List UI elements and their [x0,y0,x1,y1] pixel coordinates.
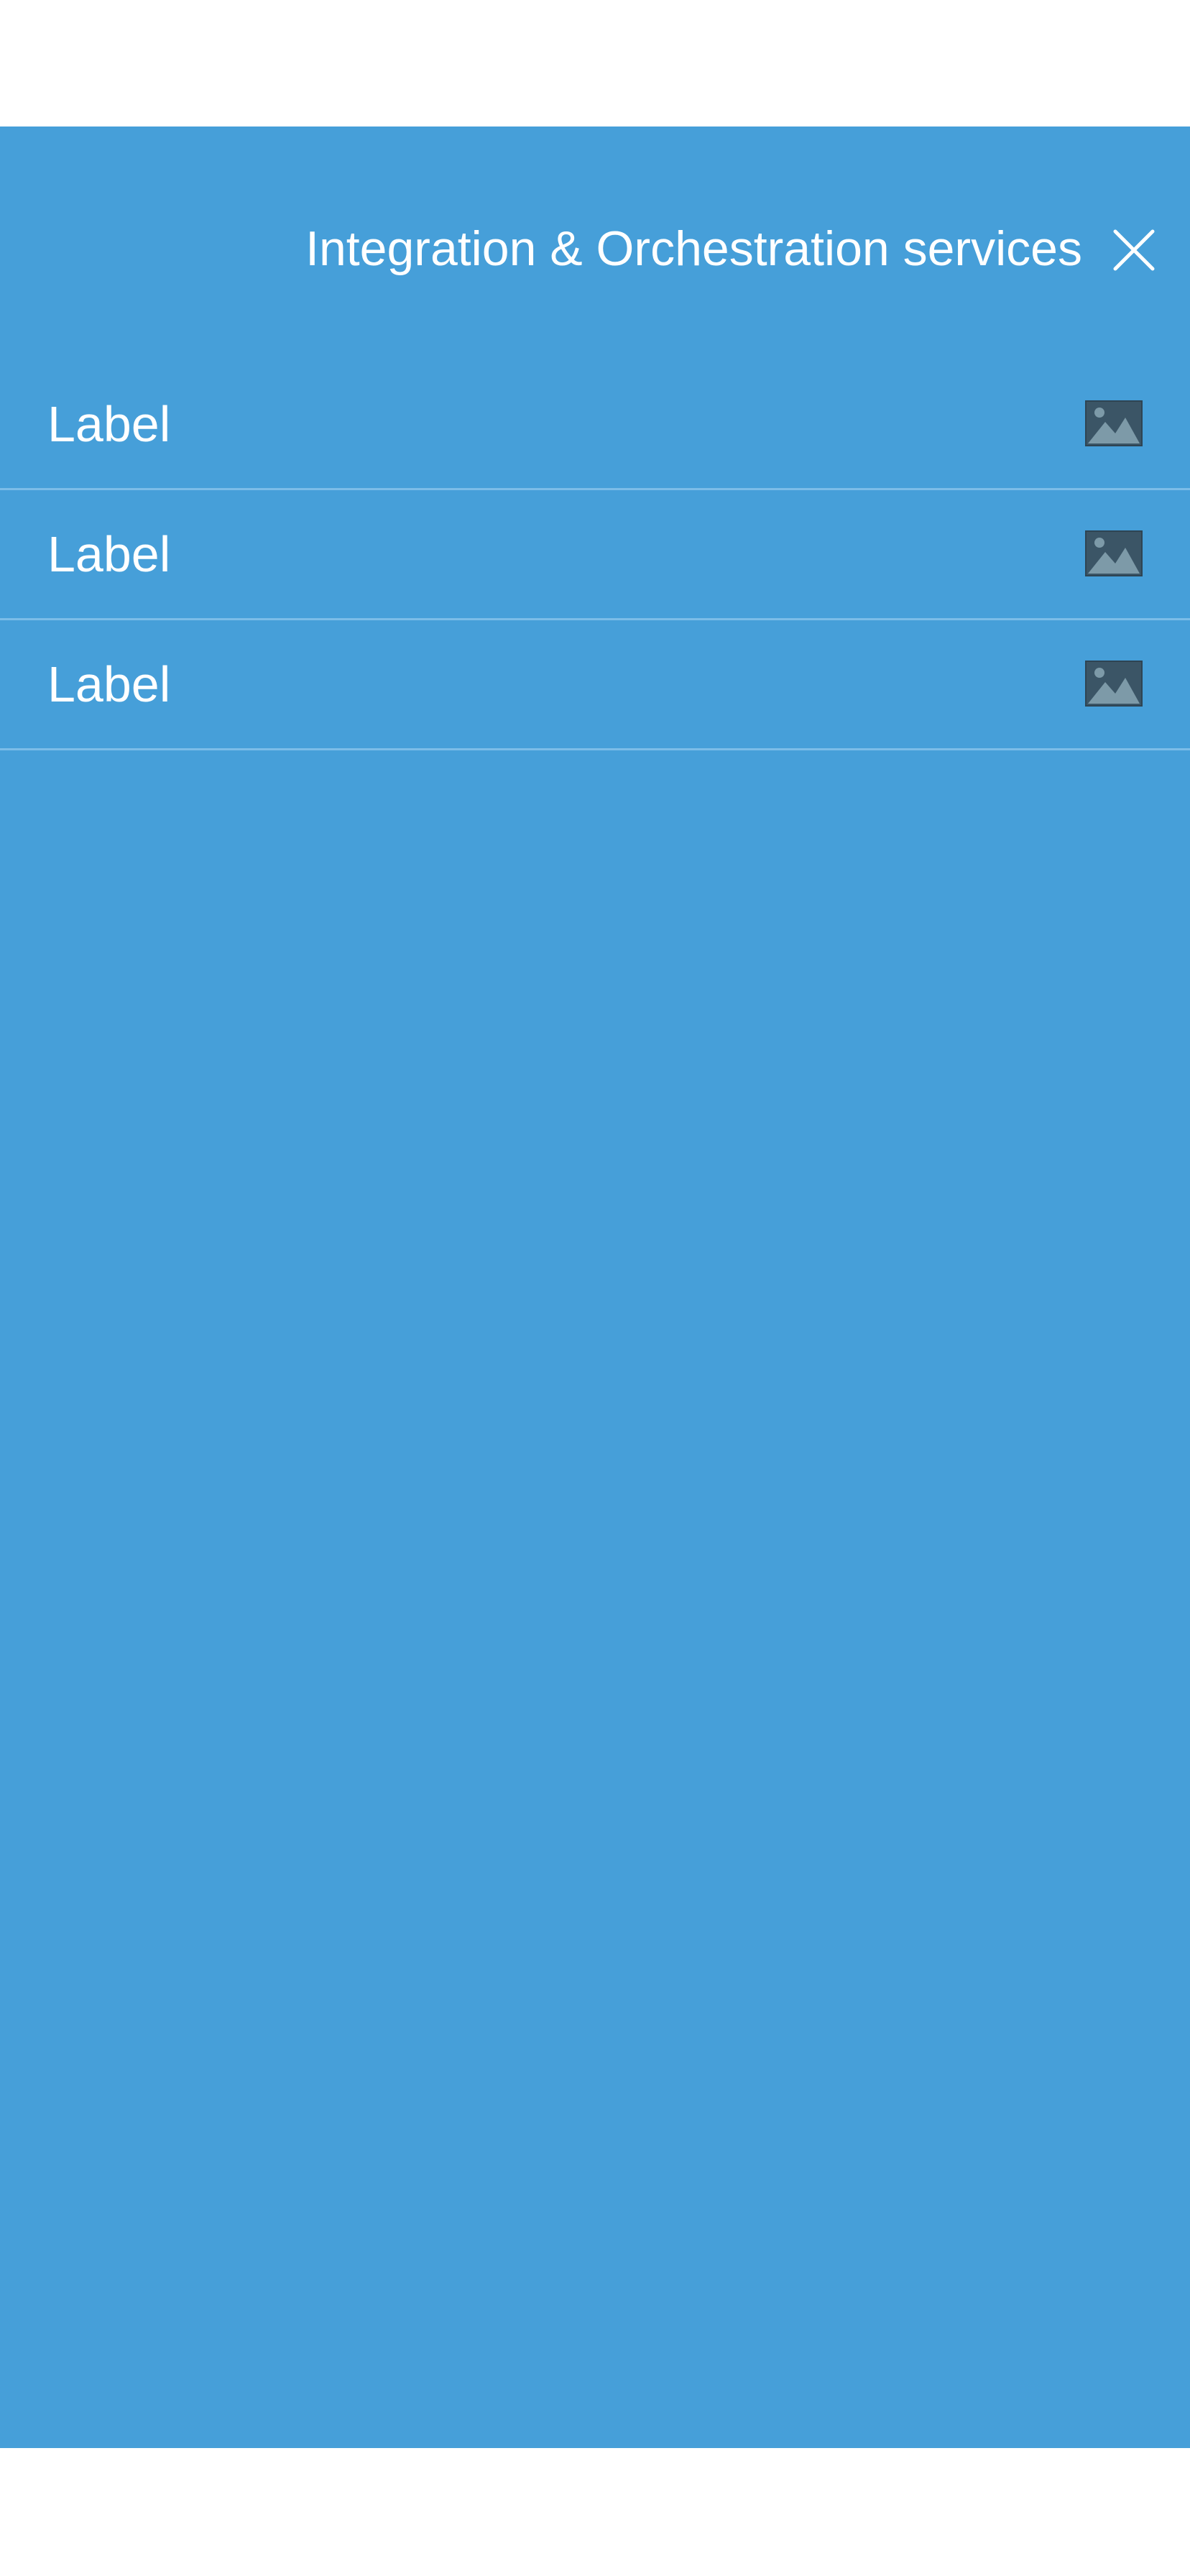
status-bar-area [0,0,1190,126]
menu-list: Label Label Label [0,360,1190,750]
close-icon [1113,229,1155,271]
list-item-label: Label [47,656,171,712]
close-button[interactable] [1099,216,1168,285]
image-placeholder-icon [1085,661,1143,707]
list-item[interactable]: Label [0,620,1190,750]
side-menu-panel: Integration & Orchestration services Lab… [0,126,1190,2448]
menu-title: Integration & Orchestration services [305,221,1082,276]
bottom-safe-area [0,2448,1190,2576]
list-item-label: Label [47,526,171,582]
image-placeholder-icon [1085,530,1143,576]
image-placeholder-icon [1085,400,1143,446]
list-item[interactable]: Label [0,360,1190,490]
menu-header: Integration & Orchestration services [0,126,1190,364]
list-item[interactable]: Label [0,490,1190,620]
list-item-label: Label [47,396,171,452]
